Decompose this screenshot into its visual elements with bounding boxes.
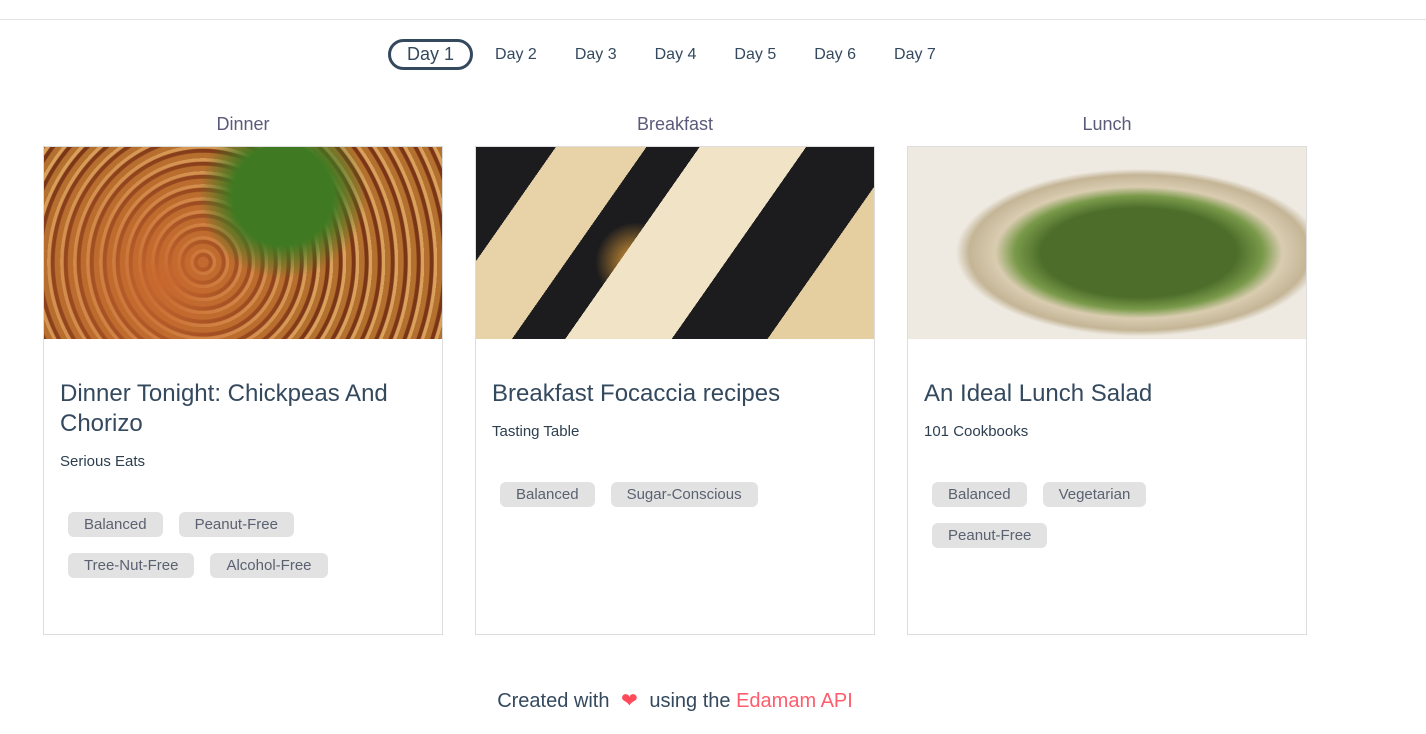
tab-day-4[interactable]: Day 4 bbox=[655, 41, 697, 69]
meal-label: Dinner bbox=[216, 114, 270, 134]
recipe-card[interactable]: Dinner Tonight: Chickpeas And Chorizo Se… bbox=[43, 146, 443, 635]
meal-label: Lunch bbox=[1082, 114, 1132, 134]
meal-column-dinner: Dinner Dinner Tonight: Chickpeas And Cho… bbox=[43, 114, 443, 635]
recipe-image bbox=[44, 147, 442, 339]
day-tabs: Day 1 Day 2 Day 3 Day 4 Day 5 Day 6 Day … bbox=[388, 39, 974, 70]
health-tag: Peanut-Free bbox=[178, 512, 294, 537]
tab-day-1[interactable]: Day 1 bbox=[388, 39, 474, 70]
meal-label: Breakfast bbox=[636, 114, 714, 134]
health-tag: Peanut-Free bbox=[932, 523, 1048, 548]
recipe-card[interactable]: An Ideal Lunch Salad 101 Cookbooks Balan… bbox=[907, 146, 1307, 635]
health-tag: Alcohol-Free bbox=[210, 553, 328, 578]
recipe-source: Serious Eats bbox=[60, 453, 146, 470]
recipe-card[interactable]: Breakfast Focaccia recipes Tasting Table… bbox=[475, 146, 875, 635]
tab-day-2[interactable]: Day 2 bbox=[495, 41, 537, 69]
recipe-image bbox=[476, 147, 874, 339]
footer-prefix: Created with bbox=[497, 690, 610, 712]
meal-column-lunch: Lunch An Ideal Lunch Salad 101 Cookbooks… bbox=[907, 114, 1307, 635]
meal-column-breakfast: Breakfast Breakfast Focaccia recipes Tas… bbox=[475, 114, 875, 635]
health-tag: Sugar-Conscious bbox=[610, 482, 758, 507]
tab-day-5[interactable]: Day 5 bbox=[734, 41, 776, 69]
health-tag: Balanced bbox=[932, 482, 1027, 507]
recipe-title[interactable]: Breakfast Focaccia recipes bbox=[492, 379, 858, 409]
header-divider bbox=[0, 19, 1426, 20]
heart-icon: ❤ bbox=[621, 690, 638, 712]
tab-day-6[interactable]: Day 6 bbox=[814, 41, 856, 69]
footer-middle: using the bbox=[649, 690, 731, 712]
recipe-title[interactable]: An Ideal Lunch Salad bbox=[924, 379, 1290, 409]
recipe-title[interactable]: Dinner Tonight: Chickpeas And Chorizo bbox=[60, 379, 426, 439]
recipe-image bbox=[908, 147, 1306, 339]
health-tag: Balanced bbox=[68, 512, 163, 537]
tab-day-7[interactable]: Day 7 bbox=[894, 41, 936, 69]
recipe-source: Tasting Table bbox=[492, 423, 580, 440]
footer: Created with ❤ using the Edamam API bbox=[0, 688, 1350, 713]
recipe-source: 101 Cookbooks bbox=[924, 423, 1029, 440]
tab-day-3[interactable]: Day 3 bbox=[575, 41, 617, 69]
edamam-api-link[interactable]: Edamam API bbox=[736, 690, 853, 712]
health-tag: Vegetarian bbox=[1042, 482, 1147, 507]
health-tag: Tree-Nut-Free bbox=[68, 553, 195, 578]
health-tag: Balanced bbox=[500, 482, 595, 507]
